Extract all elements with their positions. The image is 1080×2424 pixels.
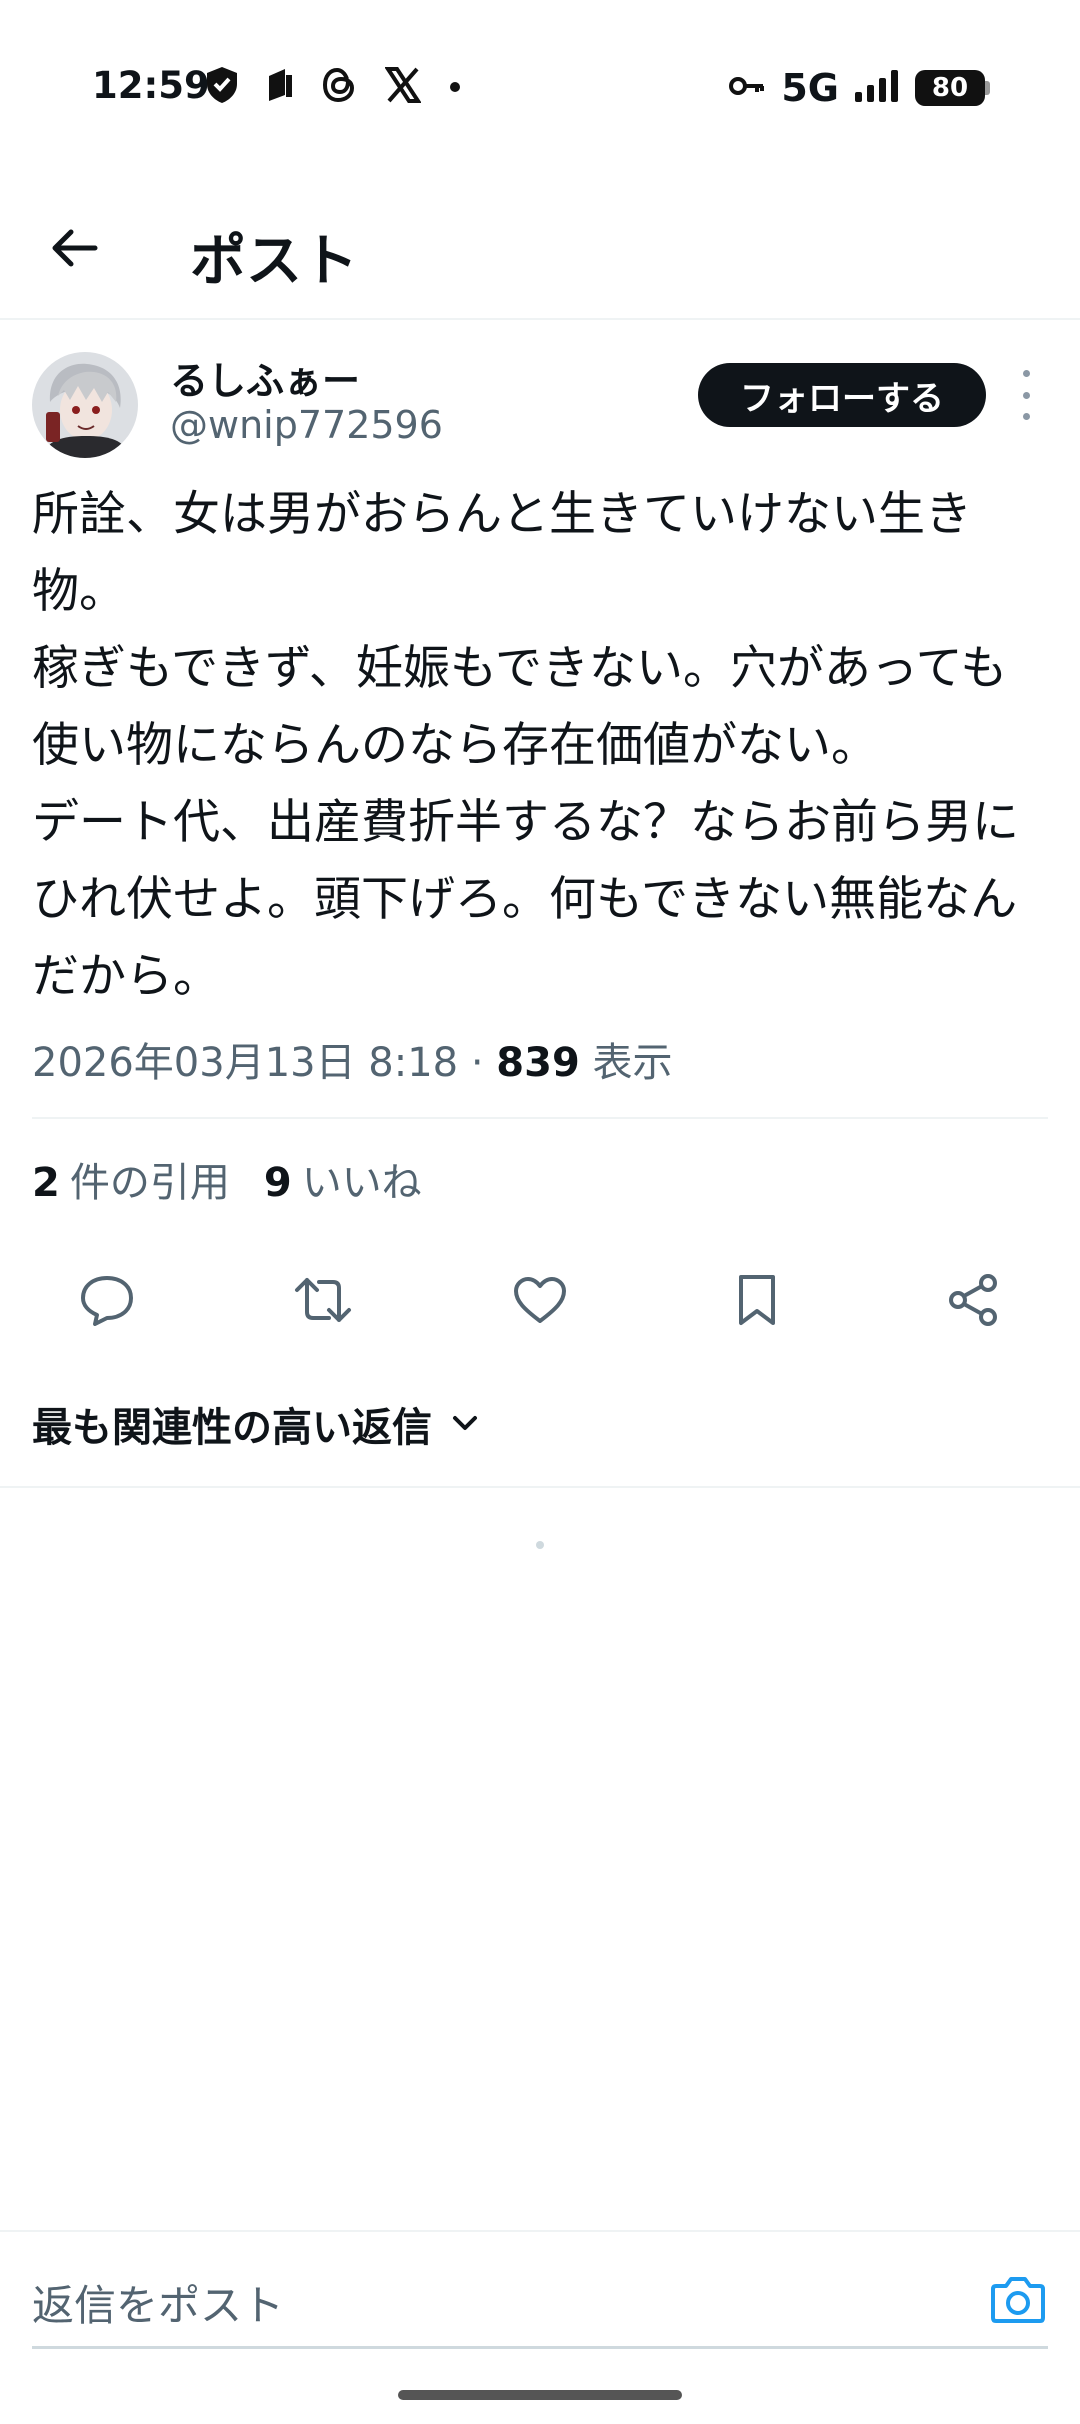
author-name[interactable]: るしふぁー — [170, 350, 360, 405]
likes-label: いいね — [301, 1160, 422, 1206]
reply-input[interactable]: 返信をポスト — [32, 2272, 284, 2333]
status-bar: 12:59 5G 80 — [0, 0, 1080, 180]
reply-button[interactable] — [72, 1265, 142, 1335]
network-type: 5G — [781, 66, 839, 110]
post-timestamp[interactable]: 2026年03月13日 8:18 — [32, 1040, 458, 1086]
quotes-count: 2 — [32, 1160, 60, 1206]
views-count: 839 — [496, 1040, 580, 1086]
key-icon — [729, 74, 765, 102]
divider — [32, 1117, 1048, 1119]
reply-input-underline — [32, 2346, 1048, 2349]
status-right-icons: 5G 80 — [729, 66, 990, 110]
repost-icon — [295, 1278, 351, 1322]
share-button[interactable] — [938, 1265, 1008, 1335]
shield-icon — [205, 66, 239, 108]
loading-indicator — [536, 1541, 544, 1549]
bookmark-button[interactable] — [722, 1265, 792, 1335]
arrow-left-icon — [52, 229, 98, 267]
likes-count: 9 — [263, 1160, 292, 1206]
status-left-icons — [205, 66, 461, 108]
battery-level: 80 — [915, 70, 985, 106]
action-bar — [0, 1265, 1080, 1335]
author-handle[interactable]: @wnip772596 — [170, 403, 443, 447]
heart-icon — [514, 1277, 566, 1323]
post-stats: 2 件の引用 9 いいね — [32, 1150, 422, 1208]
divider — [0, 1486, 1080, 1488]
reply-icon — [81, 1276, 133, 1326]
likes-stat[interactable]: 9 いいね — [264, 1150, 422, 1208]
home-indicator[interactable] — [398, 2390, 682, 2400]
share-icon — [949, 1274, 997, 1326]
status-time: 12:59 — [92, 64, 210, 107]
post-detail-screen: 12:59 5G 80 ポスト るしふぁー @wnip772596 フォローする… — [0, 0, 1080, 2424]
signal-icon — [855, 70, 899, 106]
reply-sort-label: 最も関連性の高い返信 — [32, 1405, 432, 1451]
x-icon — [384, 67, 422, 107]
back-button[interactable] — [44, 218, 104, 278]
threads-icon — [321, 66, 357, 108]
like-button[interactable] — [505, 1265, 575, 1335]
views-label: 表示 — [592, 1040, 673, 1086]
avatar[interactable] — [32, 352, 138, 458]
reply-sort-selector[interactable]: 最も関連性の高い返信 — [32, 1395, 478, 1453]
notification-icon — [267, 68, 293, 106]
meta-separator: · — [470, 1040, 484, 1086]
top-app-bar: ポスト — [0, 180, 1080, 320]
repost-button[interactable] — [288, 1265, 358, 1335]
quotes-label: 件の引用 — [69, 1160, 230, 1206]
dot-icon — [449, 78, 461, 97]
camera-icon — [991, 2277, 1045, 2323]
reply-composer: 返信をポスト — [0, 2230, 1080, 2350]
quotes-stat[interactable]: 2 件の引用 — [32, 1150, 230, 1208]
page-title: ポスト — [190, 229, 358, 294]
bookmark-icon — [739, 1275, 775, 1325]
post-text: 所詮、女は男がおらんと生きていけない生き物。 稼ぎもできず、妊娠もできない。穴が… — [32, 487, 1019, 1004]
battery-icon: 80 — [915, 70, 990, 106]
post-meta: 2026年03月13日 8:18 · 839 表示 — [32, 1030, 673, 1088]
camera-button[interactable] — [990, 2274, 1046, 2324]
chevron-down-icon — [453, 1416, 477, 1430]
follow-button[interactable]: フォローする — [698, 363, 986, 427]
more-options-icon[interactable] — [1016, 370, 1036, 420]
